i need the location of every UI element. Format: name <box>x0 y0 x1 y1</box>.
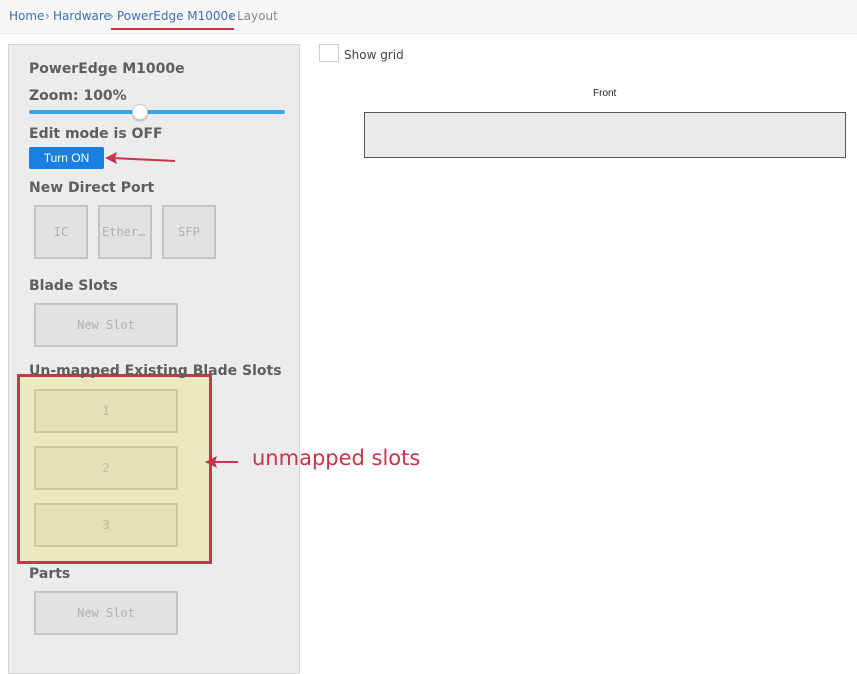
breadcrumb-current: Layout <box>237 9 278 23</box>
breadcrumb-separator: › <box>229 9 234 23</box>
breadcrumb-home[interactable]: Home <box>9 9 44 23</box>
direct-port-label: Ethernet <box>102 225 150 239</box>
direct-port-ethernet[interactable]: Ethernet <box>98 205 152 259</box>
breadcrumb: Home › Hardware › PowerEdge M1000e › Lay… <box>0 0 857 34</box>
slot-label: 1 <box>102 404 110 418</box>
show-grid-checkbox[interactable] <box>319 44 339 62</box>
zoom-slider-track[interactable] <box>29 110 285 114</box>
chassis-front-panel[interactable] <box>364 112 846 158</box>
breadcrumb-hardware[interactable]: Hardware <box>53 9 111 23</box>
direct-port-ic[interactable]: IC <box>34 205 88 259</box>
direct-port-label: IC <box>53 225 69 239</box>
slot-label: 3 <box>102 518 110 532</box>
turn-on-button[interactable]: Turn ON <box>29 147 104 169</box>
unmapped-slot-2[interactable]: 2 <box>34 446 178 490</box>
parts-heading: Parts <box>29 566 71 582</box>
slot-label: 2 <box>102 461 110 475</box>
device-title: PowerEdge M1000e <box>29 61 185 77</box>
show-grid-label: Show grid <box>344 48 404 62</box>
new-part-slot[interactable]: New Slot <box>34 591 178 635</box>
new-slot-label: New Slot <box>77 318 135 332</box>
annotation-text: unmapped slots <box>252 446 421 470</box>
annotation-underline <box>111 28 234 30</box>
breadcrumb-separator: › <box>109 9 114 23</box>
blade-slots-heading: Blade Slots <box>29 278 118 294</box>
unmapped-slot-1[interactable]: 1 <box>34 389 178 433</box>
breadcrumb-separator: › <box>45 9 50 23</box>
direct-port-sfp[interactable]: SFP <box>162 205 216 259</box>
edit-mode-label: Edit mode is OFF <box>29 126 163 142</box>
direct-port-label: SFP <box>178 225 200 239</box>
new-blade-slot[interactable]: New Slot <box>34 303 178 347</box>
direct-port-heading: New Direct Port <box>29 180 155 196</box>
zoom-slider-thumb[interactable] <box>132 104 148 120</box>
new-slot-label: New Slot <box>77 606 135 620</box>
unmapped-heading: Un-mapped Existing Blade Slots <box>29 363 282 379</box>
zoom-label: Zoom: 100% <box>29 88 127 104</box>
front-label: Front <box>593 88 617 99</box>
breadcrumb-device[interactable]: PowerEdge M1000e <box>117 9 236 23</box>
unmapped-slot-3[interactable]: 3 <box>34 503 178 547</box>
